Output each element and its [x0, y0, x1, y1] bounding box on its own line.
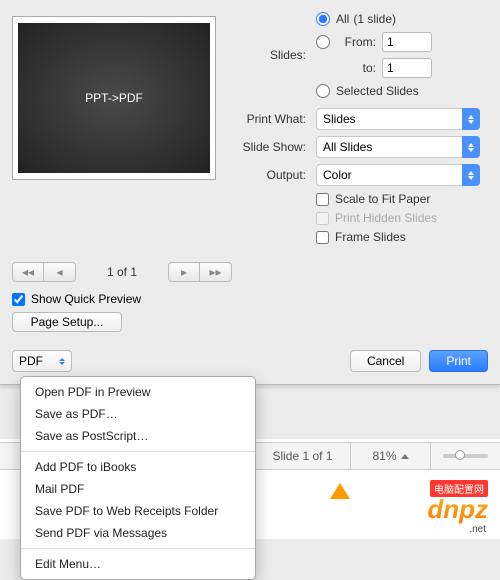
print-what-label: Print What: [228, 112, 306, 126]
menu-save-postscript[interactable]: Save as PostScript… [21, 425, 255, 447]
menu-open-preview[interactable]: Open PDF in Preview [21, 381, 255, 403]
site-logo-sub: .net [469, 524, 486, 535]
print-what-select[interactable]: Slides [316, 108, 480, 130]
output-select[interactable]: Color [316, 164, 480, 186]
from-label: From: [336, 35, 376, 49]
check-scale[interactable] [316, 193, 329, 206]
pdf-dropdown-button[interactable]: PDF [12, 350, 72, 372]
pager-first-button[interactable]: ◂◂ [12, 262, 44, 282]
radio-from[interactable] [316, 35, 330, 49]
menu-send-messages[interactable]: Send PDF via Messages [21, 522, 255, 544]
cancel-button[interactable]: Cancel [350, 350, 421, 372]
radio-all[interactable] [316, 12, 330, 26]
pager-last-button[interactable]: ▸▸ [200, 262, 232, 282]
menu-mail-pdf[interactable]: Mail PDF [21, 478, 255, 500]
check-quick-preview[interactable] [12, 293, 25, 306]
slides-label: Slides: [228, 48, 306, 62]
quick-preview-label: Show Quick Preview [31, 292, 141, 306]
menu-edit-menu[interactable]: Edit Menu… [21, 553, 255, 575]
status-zoom: 81% [372, 449, 396, 463]
slide-show-label: Slide Show: [228, 140, 306, 154]
zoom-slider[interactable] [443, 454, 488, 458]
page-setup-button[interactable]: Page Setup... [12, 312, 122, 332]
pager-next-button[interactable]: ▸ [168, 262, 200, 282]
from-input[interactable] [382, 32, 432, 52]
print-dialog: PPT->PDF Slides: All (1 slide) From: [0, 0, 500, 385]
pdf-dropdown-menu: Open PDF in Preview Save as PDF… Save as… [20, 376, 256, 580]
check-frame[interactable] [316, 231, 329, 244]
slide-thumb-text: PPT->PDF [85, 91, 143, 105]
pager-prev-button[interactable]: ◂ [44, 262, 76, 282]
radio-selected[interactable] [316, 84, 330, 98]
radio-selected-label: Selected Slides [336, 84, 419, 98]
status-slide: Slide 1 of 1 [254, 443, 350, 469]
menu-save-receipts[interactable]: Save PDF to Web Receipts Folder [21, 500, 255, 522]
slide-count: (1 slide) [353, 12, 396, 26]
slide-preview: PPT->PDF [12, 16, 216, 180]
page-indicator: 1 of 1 [86, 265, 158, 279]
check-hidden [316, 212, 329, 225]
menu-save-pdf[interactable]: Save as PDF… [21, 403, 255, 425]
print-button[interactable]: Print [429, 350, 488, 372]
pdf-label: PDF [19, 354, 43, 368]
zoom-thumb[interactable] [455, 450, 465, 460]
check-scale-label: Scale to Fit Paper [335, 192, 430, 206]
caret-up-icon [401, 454, 409, 459]
menu-separator [21, 548, 255, 549]
menu-add-ibooks[interactable]: Add PDF to iBooks [21, 456, 255, 478]
menu-separator [21, 451, 255, 452]
output-label: Output: [228, 168, 306, 182]
triangle-icon [330, 483, 350, 499]
to-label: to: [336, 61, 376, 75]
site-logo: dnpz [427, 494, 488, 525]
check-frame-label: Frame Slides [335, 230, 406, 244]
chevron-updown-icon [55, 358, 69, 365]
radio-all-label: All [336, 12, 349, 26]
check-hidden-label: Print Hidden Slides [335, 211, 437, 225]
slide-show-select[interactable]: All Slides [316, 136, 480, 158]
slide-thumb: PPT->PDF [18, 23, 210, 173]
to-input[interactable] [382, 58, 432, 78]
